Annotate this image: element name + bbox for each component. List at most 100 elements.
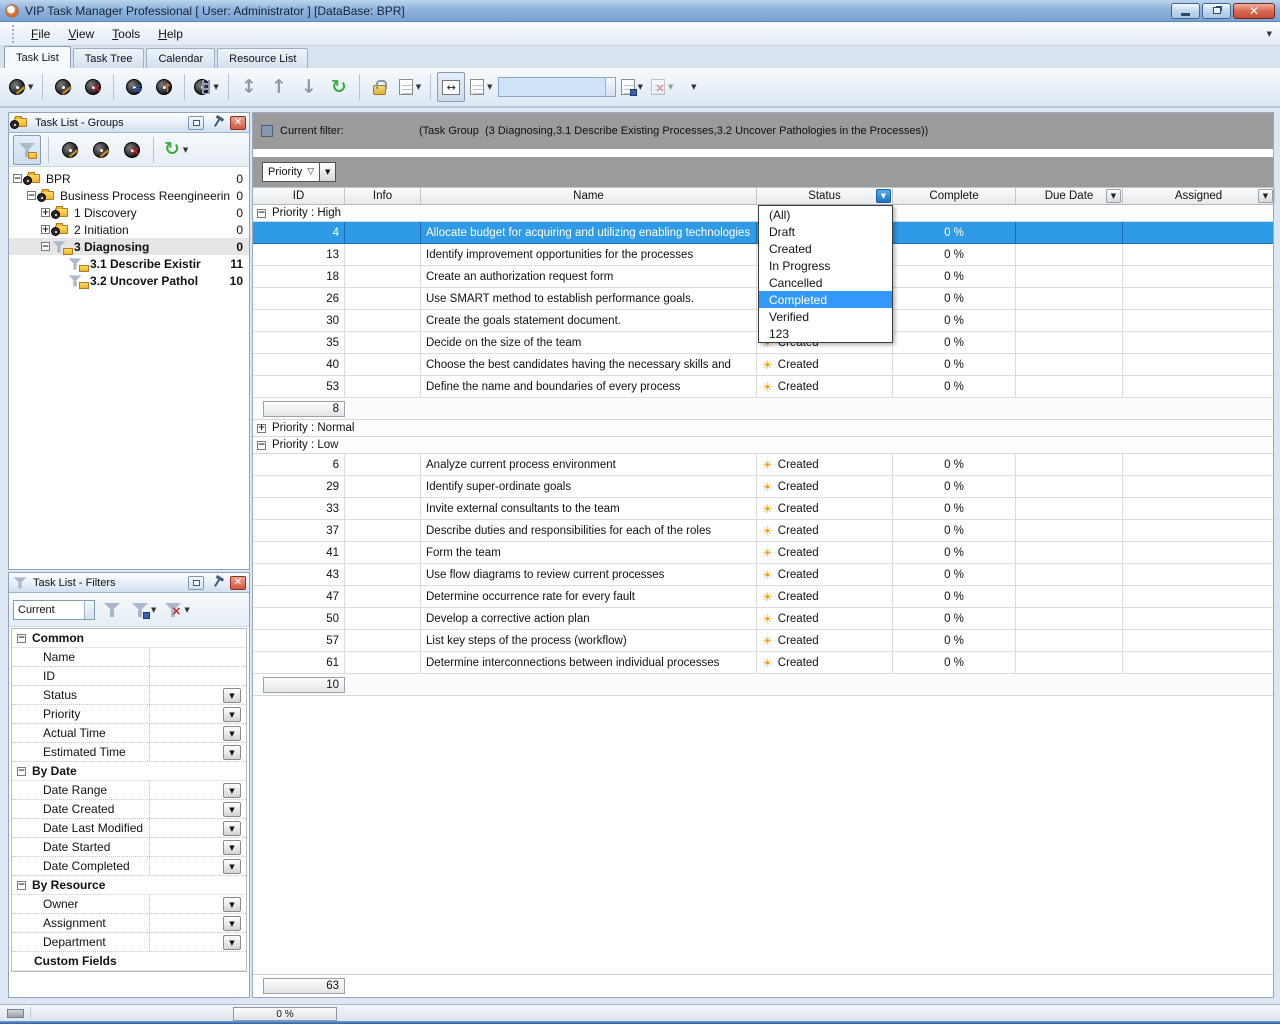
task-row-61[interactable]: 61Determine interconnections between ind… (253, 652, 1273, 674)
tree-expander-minus-icon[interactable]: − (27, 191, 36, 200)
filter-value-dropdown-button[interactable]: ▼ (223, 802, 241, 817)
column-header-assigned[interactable]: Assigned▼ (1123, 188, 1275, 204)
filter-row-owner[interactable]: Owner▼ (12, 895, 246, 914)
filter-value-dropdown-button[interactable]: ▼ (223, 688, 241, 703)
tree-item-business-process-reengineerin[interactable]: −Business Process Reengineerin0 (9, 187, 249, 204)
status-option-in-progress[interactable]: In Progress (759, 257, 892, 274)
task-priority-button[interactable]: ↑ (150, 72, 178, 102)
status-option-created[interactable]: Created (759, 240, 892, 257)
column-header-name[interactable]: Name (421, 188, 757, 204)
filter-value-dropdown-button[interactable]: ▼ (223, 840, 241, 855)
filter-value-dropdown-button[interactable]: ▼ (223, 935, 241, 950)
group-expander-icon[interactable]: − (257, 441, 266, 450)
menu-view[interactable]: View (59, 24, 103, 44)
filter-row-id[interactable]: ID (12, 667, 246, 686)
group-expander-icon[interactable]: − (257, 209, 266, 218)
status-option-all[interactable]: (All) (759, 206, 892, 223)
column-header-id[interactable]: ID (253, 188, 345, 204)
panel-pin-button[interactable] (209, 116, 225, 130)
task-row-6[interactable]: 6Analyze current process environment☀Cre… (253, 454, 1273, 476)
task-row-33[interactable]: 33Invite external consultants to the tea… (253, 498, 1273, 520)
new-group-button[interactable] (56, 135, 84, 165)
column-filter-button[interactable]: ▼ (1106, 189, 1121, 203)
task-row-47[interactable]: 47Determine occurrence rate for every fa… (253, 586, 1273, 608)
edit-group-button[interactable] (87, 135, 115, 165)
tree-item-bpr[interactable]: −BPR0 (9, 170, 249, 187)
tree-item-3-2-uncover-pathol[interactable]: 3.2 Uncover Pathol10 (9, 272, 249, 289)
column-filter-button[interactable]: ▼ (876, 189, 891, 203)
task-row-53[interactable]: 53Define the name and boundaries of ever… (253, 376, 1273, 398)
export-button[interactable]: ▼ (396, 72, 424, 102)
restore-button[interactable] (1202, 3, 1231, 19)
delete-group-button[interactable]: × (118, 135, 146, 165)
tab-calendar[interactable]: Calendar (146, 48, 215, 68)
filter-row-date-started[interactable]: Date Started▼ (12, 838, 246, 857)
tree-item-3-1-describe-existir[interactable]: 3.1 Describe Existir11 (9, 255, 249, 272)
group-expander-icon[interactable]: + (257, 424, 266, 433)
filter-row-date-created[interactable]: Date Created▼ (12, 800, 246, 819)
clear-filter-button[interactable]: ×▼ (162, 595, 192, 625)
status-option-cancelled[interactable]: Cancelled (759, 274, 892, 291)
columns-button[interactable]: ▼ (467, 72, 495, 102)
close-button[interactable]: ✕ (1233, 3, 1275, 19)
tab-resource-list[interactable]: Resource List (217, 48, 308, 68)
filter-section-by-resource[interactable]: −By Resource (12, 876, 246, 895)
refresh-groups-button[interactable]: ↻▼ (161, 135, 191, 165)
dropdown-arrow-icon[interactable]: ▼ (487, 83, 492, 91)
dropdown-arrow-icon[interactable]: ▼ (183, 146, 188, 154)
minimize-button[interactable] (1171, 3, 1200, 19)
filter-row-priority[interactable]: Priority▼ (12, 705, 246, 724)
tree-expander-minus-icon[interactable]: − (13, 174, 22, 183)
tree-item-1-discovery[interactable]: +1 Discovery0 (9, 204, 249, 221)
group-header-priority-low[interactable]: −Priority : Low (253, 437, 1273, 454)
column-header-complete[interactable]: Complete (893, 188, 1016, 204)
dropdown-arrow-icon[interactable]: ▼ (213, 83, 218, 91)
filter-row-date-completed[interactable]: Date Completed▼ (12, 857, 246, 876)
lock-button[interactable] (366, 72, 394, 102)
group-by-priority-button[interactable]: Priority ▽ (262, 162, 320, 182)
section-collapse-icon[interactable]: − (17, 767, 26, 776)
apply-filter-button[interactable] (98, 595, 126, 625)
status-option-verified[interactable]: Verified (759, 308, 892, 325)
save-view-button[interactable]: ▼ (618, 72, 646, 102)
column-header-info[interactable]: Info (345, 188, 421, 204)
filter-value-dropdown-button[interactable]: ▼ (223, 916, 241, 931)
filter-row-department[interactable]: Department▼ (12, 933, 246, 952)
group-header-priority-normal[interactable]: +Priority : Normal (253, 420, 1273, 437)
move-down-button[interactable]: ↓ (295, 72, 323, 102)
view-name-combo[interactable] (498, 77, 616, 97)
dropdown-arrow-icon[interactable]: ▼ (638, 83, 643, 91)
panel-restore-button[interactable] (188, 116, 204, 130)
dropdown-arrow-icon[interactable]: ▼ (151, 606, 156, 614)
dropdown-arrow-icon[interactable]: ▼ (668, 83, 673, 91)
refresh-button[interactable]: ↻ (325, 72, 353, 102)
filter-preset-combo[interactable]: Current (13, 600, 95, 620)
panel-close-button[interactable]: ✕ (230, 116, 246, 130)
panel-close-button[interactable]: ✕ (230, 576, 246, 590)
filter-value-dropdown-button[interactable]: ▼ (223, 745, 241, 760)
dropdown-arrow-icon[interactable]: ▼ (28, 83, 33, 91)
dropdown-arrow-icon[interactable]: ▼ (184, 606, 189, 614)
filter-section-common[interactable]: −Common (12, 629, 246, 648)
menu-file[interactable]: File (22, 24, 59, 44)
task-row-50[interactable]: 50Develop a corrective action plan☀Creat… (253, 608, 1273, 630)
dropdown-arrow-icon[interactable]: ▼ (416, 83, 421, 91)
column-header-due-date[interactable]: Due Date▼ (1016, 188, 1123, 204)
task-row-57[interactable]: 57List key steps of the process (workflo… (253, 630, 1273, 652)
filter-row-assignment[interactable]: Assignment▼ (12, 914, 246, 933)
tree-item-2-initiation[interactable]: +2 Initiation0 (9, 221, 249, 238)
menu-overflow-icon[interactable]: ▼ (1267, 30, 1272, 38)
section-collapse-icon[interactable]: − (17, 634, 26, 643)
group-by-dropdown-button[interactable]: ▼ (320, 162, 336, 182)
new-task-button[interactable]: ▼ (6, 72, 36, 102)
delete-view-button[interactable]: ×▼ (648, 72, 676, 102)
column-filter-button[interactable]: ▼ (1258, 189, 1273, 203)
task-row-41[interactable]: 41Form the team☀Created0 % (253, 542, 1273, 564)
tab-task-list[interactable]: Task List (4, 46, 71, 68)
column-header-status[interactable]: Status▼ (757, 188, 893, 204)
move-up-button[interactable]: ↑ (265, 72, 293, 102)
tree-expander-minus-icon[interactable]: − (41, 242, 50, 251)
delete-task-button[interactable]: × (79, 72, 107, 102)
menu-help[interactable]: Help (149, 24, 192, 44)
filter-section-custom-fields[interactable]: Custom Fields (12, 952, 246, 971)
